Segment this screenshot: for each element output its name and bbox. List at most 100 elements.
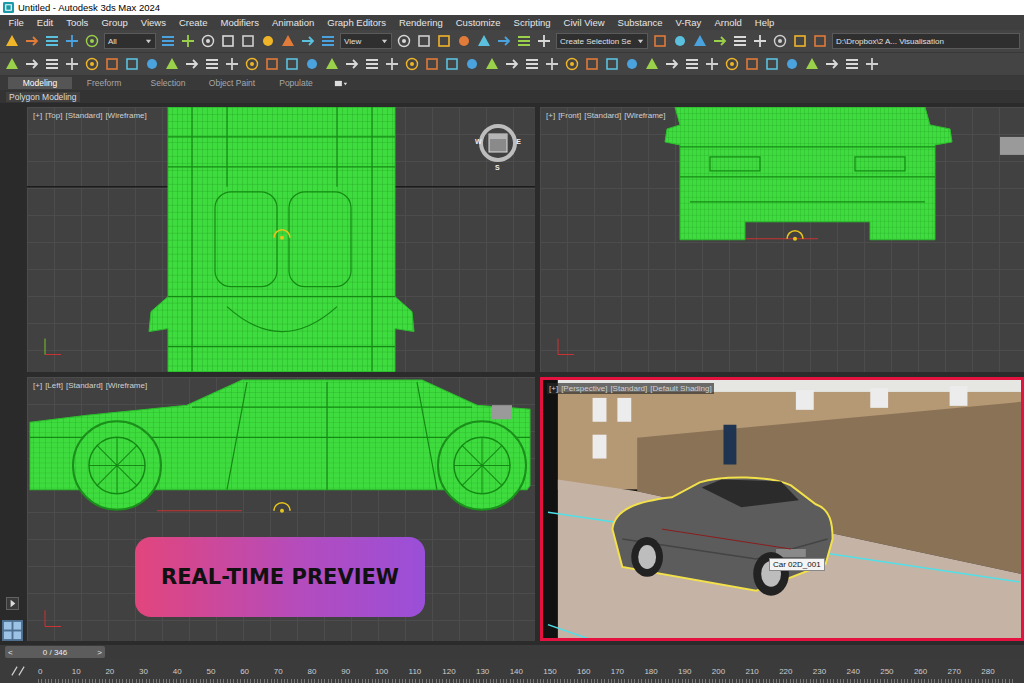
cone-icon[interactable] xyxy=(324,56,340,72)
box-icon[interactable] xyxy=(240,33,256,49)
box-icon[interactable] xyxy=(812,33,828,49)
ribbon-panel-title[interactable]: Polygon Modeling xyxy=(6,92,80,102)
viewport-label-part[interactable]: [+] xyxy=(549,384,558,393)
selection-filter-dropdown[interactable]: All xyxy=(104,33,156,49)
list-icon[interactable] xyxy=(364,56,380,72)
menu-item[interactable]: Views xyxy=(134,17,172,28)
target-icon[interactable] xyxy=(84,33,100,49)
ribbon-tab[interactable]: Freeform xyxy=(72,77,136,89)
previous-frame-button[interactable]: < xyxy=(8,648,13,657)
list-icon[interactable] xyxy=(516,33,532,49)
left-viewport[interactable]: [+][Left][Standard][Wireframe]REAL-TIME … xyxy=(27,377,535,642)
box-icon[interactable] xyxy=(124,56,140,72)
viewport-label-part[interactable]: [Standard] xyxy=(66,381,103,390)
arrow-icon[interactable] xyxy=(496,33,512,49)
menu-item[interactable]: V-Ray xyxy=(669,17,708,28)
menu-item[interactable]: Rendering xyxy=(392,17,449,28)
track-bar[interactable]: 0102030405060708090100110120130140150160… xyxy=(0,659,1024,683)
car-model[interactable] xyxy=(612,477,832,595)
viewport-layout-icon[interactable] xyxy=(2,620,23,641)
cone-icon[interactable] xyxy=(476,33,492,49)
viewport-label-part[interactable]: [Standard] xyxy=(610,384,647,393)
viewport-label-part[interactable]: [Left] xyxy=(45,381,63,390)
cone-icon[interactable] xyxy=(804,56,820,72)
cone-icon[interactable] xyxy=(4,33,20,49)
menu-item[interactable]: Tools xyxy=(60,17,95,28)
viewport-label-part[interactable]: [Standard] xyxy=(584,111,621,120)
menu-item[interactable]: Create xyxy=(172,17,214,28)
viewport-label-part[interactable]: [Wireframe] xyxy=(106,381,147,390)
move-icon[interactable] xyxy=(64,56,80,72)
menu-item[interactable]: Customize xyxy=(449,17,507,28)
viewport-label-part[interactable]: [Front] xyxy=(558,111,581,120)
cone-icon[interactable] xyxy=(484,56,500,72)
sphere-icon[interactable] xyxy=(464,56,480,72)
cone-icon[interactable] xyxy=(4,56,20,72)
top-viewport[interactable]: [+][Top][Standard][Wireframe]WES xyxy=(27,107,535,372)
cone-icon[interactable] xyxy=(692,33,708,49)
box-icon[interactable] xyxy=(652,33,668,49)
menu-item[interactable]: Modifiers xyxy=(214,17,266,28)
arrow-icon[interactable] xyxy=(24,33,40,49)
move-icon[interactable] xyxy=(544,56,560,72)
arrow-icon[interactable] xyxy=(504,56,520,72)
box-icon[interactable] xyxy=(220,33,236,49)
list-icon[interactable] xyxy=(44,33,60,49)
viewport-label-part[interactable]: [Default Shading] xyxy=(650,384,711,393)
arrow-icon[interactable] xyxy=(300,33,316,49)
box-icon[interactable] xyxy=(436,33,452,49)
list-icon[interactable] xyxy=(44,56,60,72)
target-icon[interactable] xyxy=(772,33,788,49)
menu-item[interactable]: Civil View xyxy=(557,17,611,28)
list-icon[interactable] xyxy=(204,56,220,72)
menu-item[interactable]: Scripting xyxy=(507,17,557,28)
ribbon-tab[interactable]: Object Paint xyxy=(200,77,264,89)
arrow-icon[interactable] xyxy=(344,56,360,72)
box-icon[interactable] xyxy=(424,56,440,72)
sphere-icon[interactable] xyxy=(672,33,688,49)
box-icon[interactable] xyxy=(416,33,432,49)
box-icon[interactable] xyxy=(104,56,120,72)
menu-item[interactable]: Graph Editors xyxy=(321,17,393,28)
menu-item[interactable]: Arnold xyxy=(708,17,748,28)
box-icon[interactable] xyxy=(744,56,760,72)
perspective-viewport[interactable]: [+][Perspective][Standard][Default Shadi… xyxy=(540,377,1024,642)
viewport-label[interactable]: [+][Front][Standard][Wireframe] xyxy=(544,110,668,121)
sphere-icon[interactable] xyxy=(784,56,800,72)
move-icon[interactable] xyxy=(536,33,552,49)
list-icon[interactable] xyxy=(732,33,748,49)
menu-item[interactable]: File xyxy=(2,17,30,28)
viewport-label[interactable]: [+][Left][Standard][Wireframe] xyxy=(31,380,149,391)
box-icon[interactable] xyxy=(792,33,808,49)
target-icon[interactable] xyxy=(200,33,216,49)
track-bar-filter-icon[interactable] xyxy=(8,664,28,678)
target-icon[interactable] xyxy=(84,56,100,72)
next-frame-button[interactable]: > xyxy=(97,648,102,657)
front-viewport[interactable]: [+][Front][Standard][Wireframe] xyxy=(540,107,1024,372)
cone-icon[interactable] xyxy=(280,33,296,49)
arrow-icon[interactable] xyxy=(664,56,680,72)
target-icon[interactable] xyxy=(404,56,420,72)
arrow-icon[interactable] xyxy=(824,56,840,72)
box-icon[interactable] xyxy=(604,56,620,72)
cone-icon[interactable] xyxy=(644,56,660,72)
time-slider-track[interactable]: <0 / 346> xyxy=(5,645,1024,659)
target-icon[interactable] xyxy=(724,56,740,72)
move-icon[interactable] xyxy=(864,56,880,72)
expand-icon[interactable] xyxy=(6,597,19,610)
sphere-icon[interactable] xyxy=(304,56,320,72)
move-icon[interactable] xyxy=(752,33,768,49)
box-icon[interactable] xyxy=(264,56,280,72)
sphere-icon[interactable] xyxy=(144,56,160,72)
viewport-label-part[interactable]: [+] xyxy=(33,381,42,390)
move-icon[interactable] xyxy=(704,56,720,72)
move-icon[interactable] xyxy=(384,56,400,72)
ribbon-toggle-icon[interactable] xyxy=(334,79,348,88)
list-icon[interactable] xyxy=(684,56,700,72)
viewport-label[interactable]: [+][Perspective][Standard][Default Shadi… xyxy=(547,383,714,394)
viewport-label-part[interactable]: [+] xyxy=(33,111,42,120)
list-icon[interactable] xyxy=(524,56,540,72)
list-icon[interactable] xyxy=(844,56,860,72)
menu-item[interactable]: Animation xyxy=(266,17,321,28)
cone-icon[interactable] xyxy=(164,56,180,72)
